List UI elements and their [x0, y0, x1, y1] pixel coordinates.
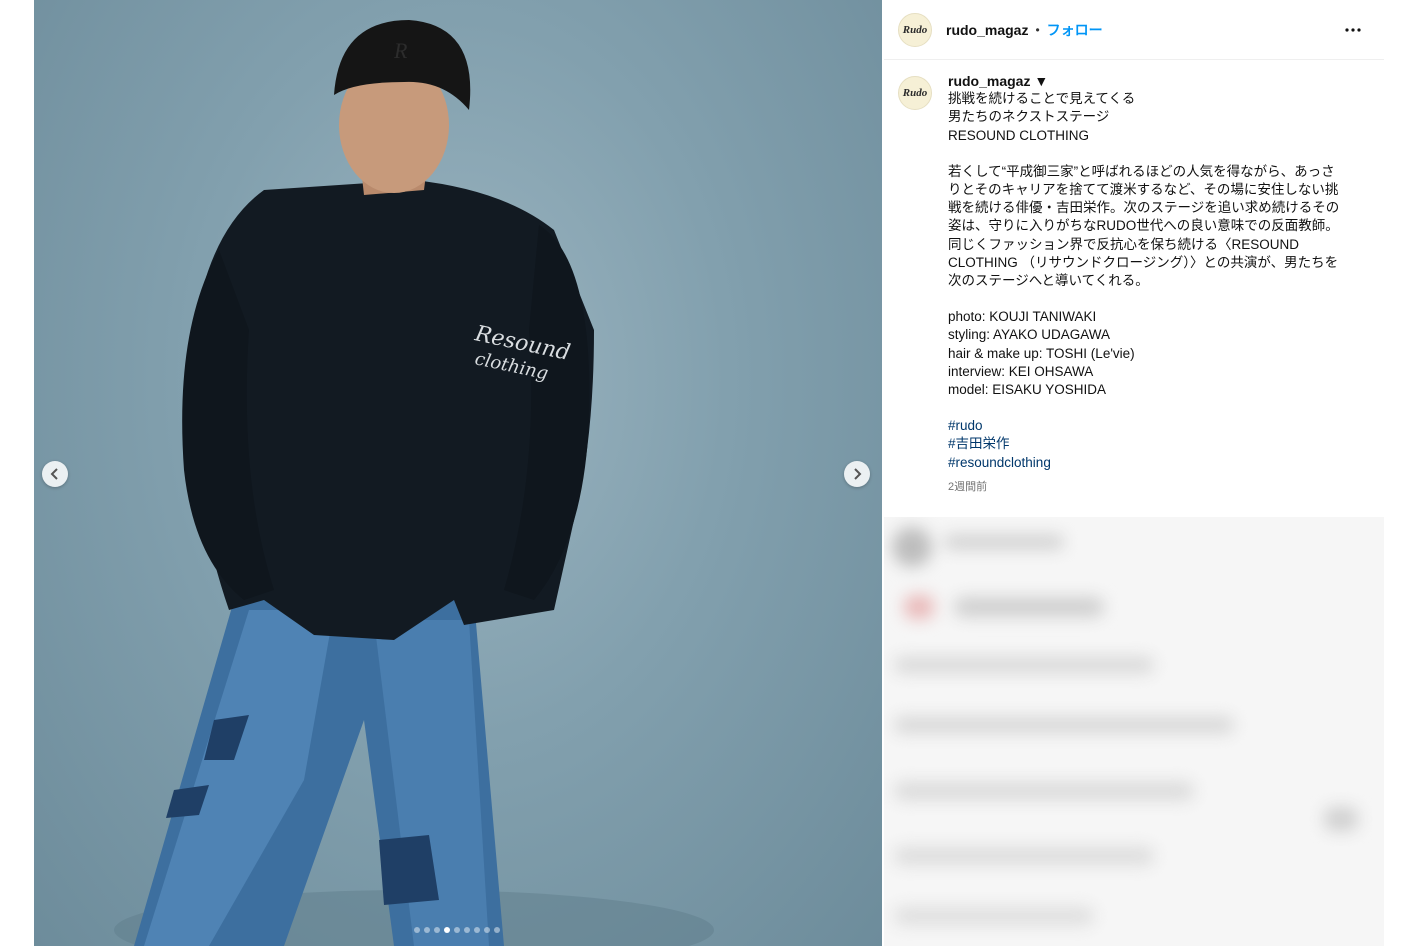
carousel-dot: [454, 927, 460, 933]
caption-avatar[interactable]: Rudo: [898, 76, 932, 110]
credit-line: styling: AYAKO UDAGAWA: [948, 327, 1111, 343]
caption-title-line: 男たちのネクストステージ: [948, 109, 1110, 125]
hashtag-link[interactable]: #resoundclothing: [948, 454, 1348, 472]
post-media-carousel[interactable]: R Resound clothing: [34, 0, 882, 946]
svg-text:R: R: [393, 38, 408, 63]
credit-line: photo: KOUJI TANIWAKI: [948, 309, 1097, 325]
carousel-dot: [484, 927, 490, 933]
carousel-next-button[interactable]: [844, 461, 870, 487]
chevron-left-icon: [50, 468, 58, 480]
avatar[interactable]: Rudo: [898, 12, 932, 47]
carousel-dot: [414, 927, 420, 933]
carousel-dot: [474, 927, 480, 933]
credit-line: interview: KEI OHSAWA: [948, 363, 1094, 379]
avatar-logo-text: Rudo: [902, 23, 928, 36]
caption-title-line: 挑戦を続けることで見えてくる: [948, 91, 1136, 107]
carousel-dot: [444, 927, 450, 933]
credit-line: model: EISAKU YOSHIDA: [948, 382, 1107, 398]
carousel-dot: [424, 927, 430, 933]
carousel-dot: [434, 927, 440, 933]
username-link[interactable]: rudo_magaz: [946, 22, 1028, 38]
caption-username[interactable]: rudo_magaz ▼: [948, 72, 1348, 90]
carousel-indicator: [414, 927, 500, 933]
more-options-button[interactable]: [1342, 27, 1364, 32]
post-photo: R Resound clothing: [114, 20, 714, 946]
post-caption: Rudo rudo_magaz ▼ 挑戦を続けることで見えてくる 男たちのネクス…: [898, 72, 1376, 496]
post-side-panel: Rudo rudo_magaz • フォロー Rudo rudo_magaz ▼…: [884, 0, 1384, 946]
post-timestamp[interactable]: 2週間前: [948, 478, 1348, 496]
separator-dot: •: [1035, 22, 1040, 37]
post-header: Rudo rudo_magaz • フォロー: [884, 0, 1384, 60]
carousel-dot: [494, 927, 500, 933]
hashtag-link[interactable]: #rudo: [948, 417, 1348, 435]
avatar-logo-text: Rudo: [902, 87, 928, 99]
caption-title-line: RESOUND CLOTHING: [948, 127, 1090, 143]
more-horizontal-icon: [1345, 27, 1361, 32]
follow-button[interactable]: フォロー: [1047, 20, 1103, 40]
caption-body-text: 若くして“平成御三家”と呼ばれるほどの人気を得ながら、あっさりとそのキャリアを捨…: [948, 163, 1340, 289]
carousel-dot: [464, 927, 470, 933]
blurred-comments-area: [884, 517, 1384, 946]
caption-body: rudo_magaz ▼ 挑戦を続けることで見えてくる 男たちのネクストステージ…: [948, 72, 1348, 496]
credit-line: hair & make up: TOSHI (Le'vie): [948, 345, 1135, 361]
hashtag-link[interactable]: #吉田栄作: [948, 435, 1348, 453]
chevron-right-icon: [854, 468, 862, 480]
carousel-prev-button[interactable]: [42, 461, 68, 487]
